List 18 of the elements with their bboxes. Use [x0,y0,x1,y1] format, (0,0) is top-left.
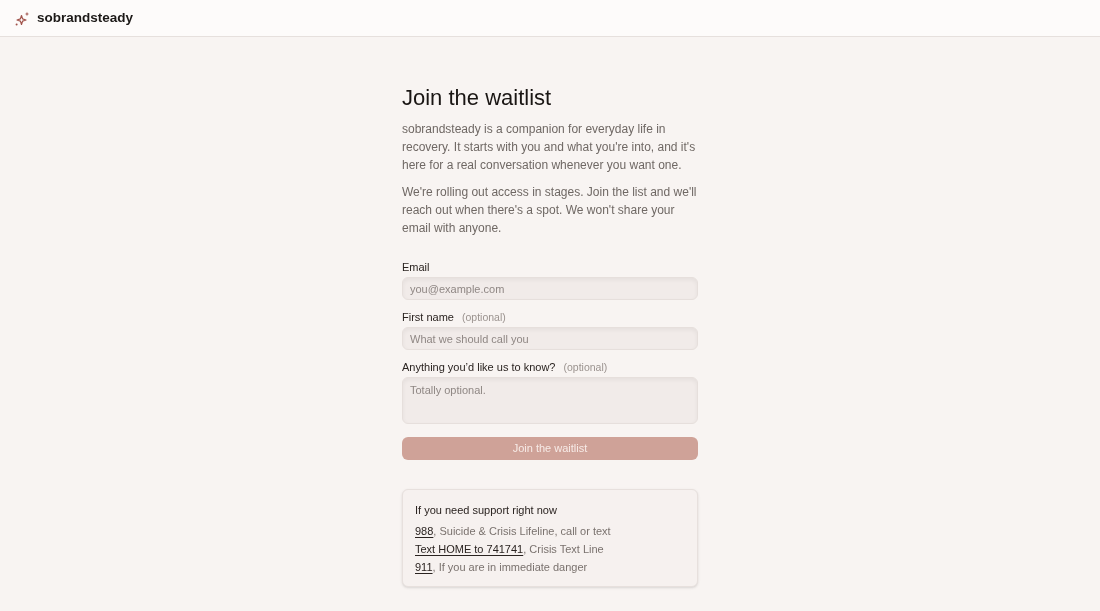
optional-hint: (optional) [563,360,608,374]
brand-name[interactable]: sobrandsteady [37,7,134,29]
support-line: 911, If you are in immediate danger [415,560,589,575]
support-title: If you need support right now [415,503,558,517]
field-label: First name [402,310,454,324]
hotline-link[interactable]: 911 [415,561,433,573]
support-line: 988, Suicide & Crisis Lifeline, call or text [415,524,612,539]
input-field[interactable]: you@example.com [402,277,698,300]
field-label: Email [402,260,430,274]
intro-paragraph: sobrandsteady is a companion for everyday life in recovery. It starts with you and what you're into, and it's here for a real conversation whenever you want one. [402,121,697,174]
optional-hint: (optional) [461,310,506,324]
message-field[interactable]: Totally optional. [402,377,698,424]
field-label: Anything you’d like us to know? [402,360,556,374]
intro-paragraph: We're rolling out access in stages. Join the list and we'll reach out when there's a spot. We won't share your email with anyone. [402,184,698,237]
sparkle-icon [15,10,30,26]
support-line: Text HOME to 741741, Crisis Text Line [415,542,605,557]
page-title: Join the waitlist [402,84,553,112]
input-field[interactable]: What we should call you [402,327,698,350]
